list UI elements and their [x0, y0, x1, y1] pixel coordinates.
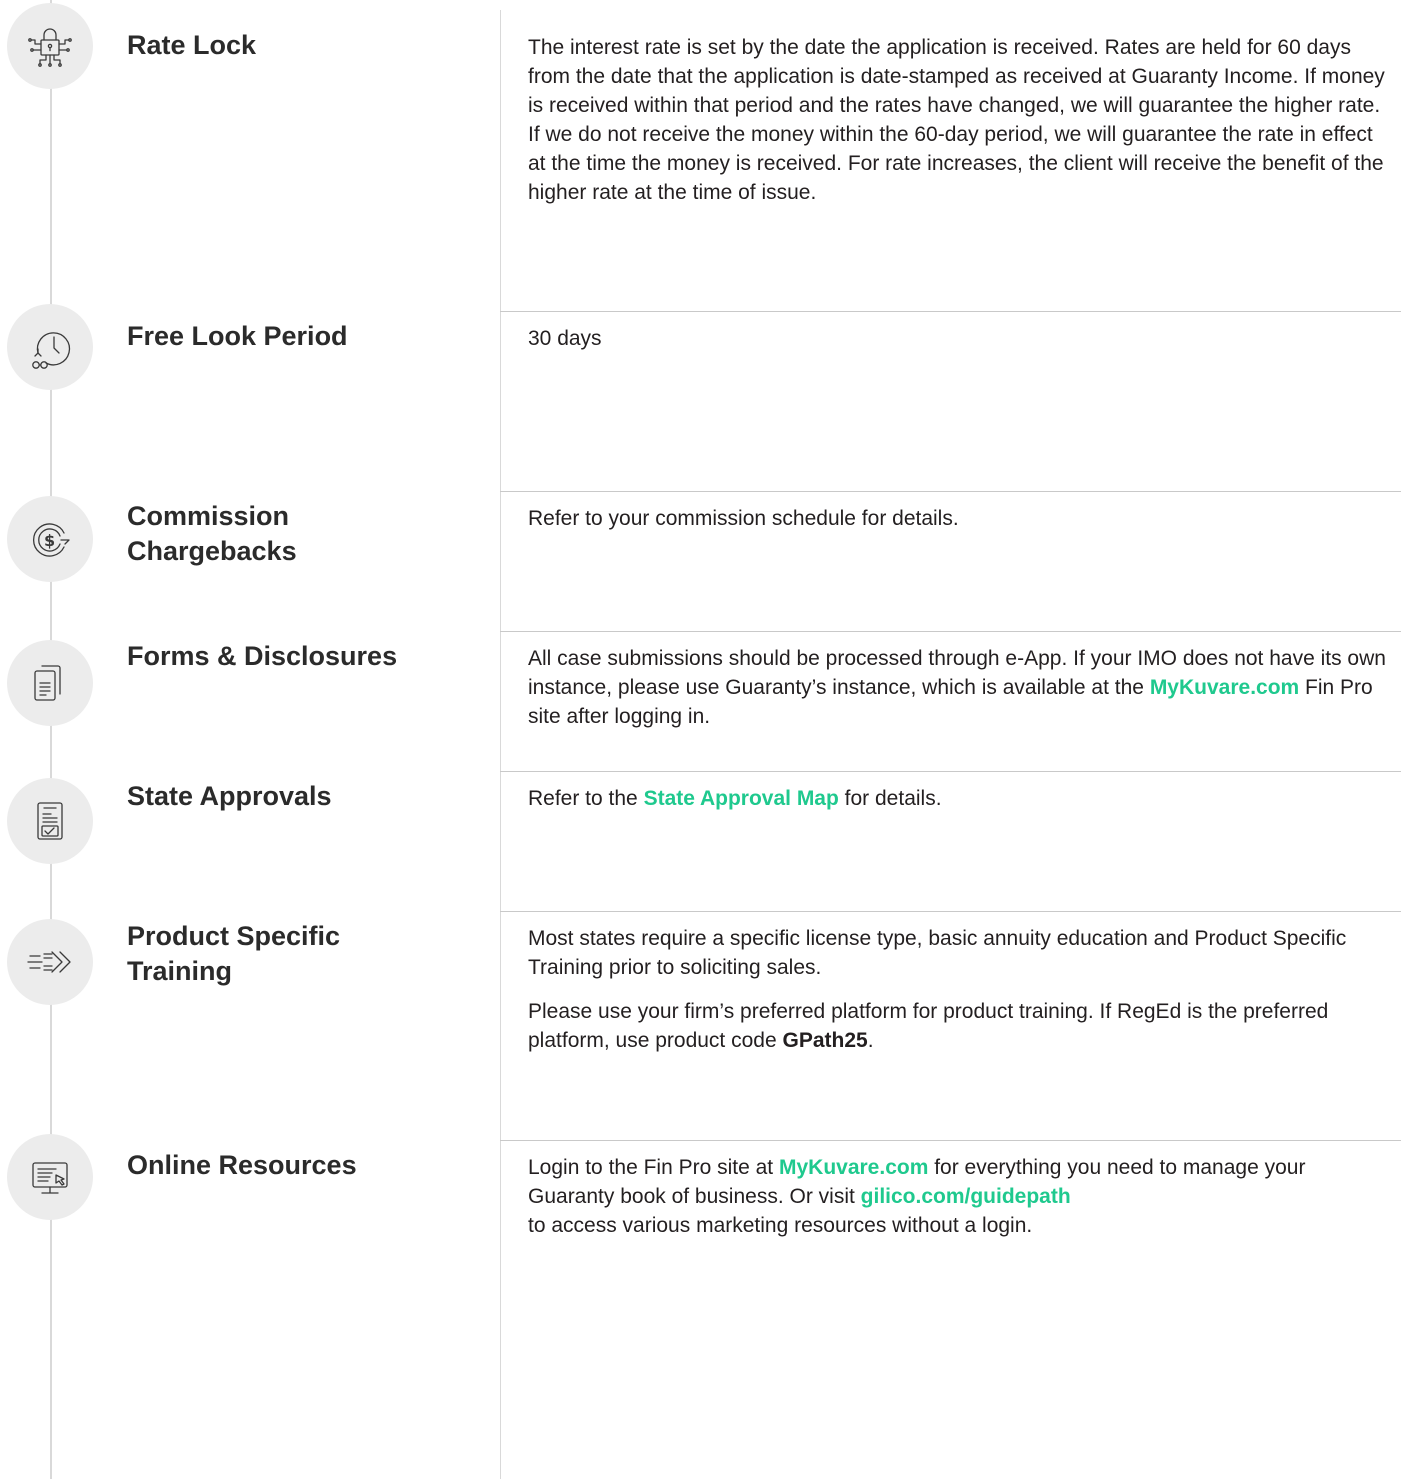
row-divider: [500, 1140, 1401, 1141]
state-approvals-paragraph: Refer to the State Approval Map for deta…: [528, 784, 1390, 813]
product-code: GPath25: [782, 1029, 868, 1052]
fast-forward-arrows-icon: [7, 919, 93, 1005]
commission-chargebacks-title: Commission Chargebacks: [127, 499, 457, 569]
forms-paragraph: All case submissions should be processed…: [528, 644, 1390, 731]
online-resources-text: Login to the Fin Pro site at MyKuvare.co…: [528, 1153, 1390, 1255]
mykuvare-link[interactable]: MyKuvare.com: [1150, 676, 1299, 699]
training-title-line1: Product Specific: [127, 921, 341, 951]
product-training-text: Most states require a specific license t…: [528, 924, 1390, 1070]
state-approvals-text: Refer to the State Approval Map for deta…: [528, 784, 1390, 828]
state-text-before: Refer to the: [528, 787, 644, 810]
mykuvare-link-2[interactable]: MyKuvare.com: [779, 1156, 928, 1179]
free-look-title: Free Look Period: [127, 321, 348, 351]
training-text-after: .: [867, 1029, 874, 1052]
row-divider: [500, 771, 1401, 772]
dollar-cycle-icon: $: [7, 496, 93, 582]
column-divider: [500, 10, 501, 1479]
row-divider: [500, 311, 1401, 312]
training-title-line2: Training: [127, 956, 233, 986]
free-look-text: 30 days: [528, 324, 1390, 368]
state-approval-map-link[interactable]: State Approval Map: [644, 787, 839, 810]
forms-disclosures-title: Forms & Disclosures: [127, 641, 398, 671]
rate-lock-paragraph: The interest rate is set by the date the…: [528, 36, 1385, 204]
online-resources-title: Online Resources: [127, 1150, 357, 1180]
commission-title-line1: Commission: [127, 501, 290, 531]
rate-lock-title: Rate Lock: [127, 30, 257, 60]
online-resources-paragraph: Login to the Fin Pro site at MyKuvare.co…: [528, 1153, 1390, 1240]
monitor-cursor-icon: [7, 1134, 93, 1220]
online-text-after: to access various marketing resources wi…: [528, 1214, 1033, 1237]
state-text-after: for details.: [838, 787, 942, 810]
training-paragraph-2: Please use your firm’s preferred platfor…: [528, 997, 1390, 1055]
state-approvals-title: State Approvals: [127, 781, 332, 811]
product-training-title: Product Specific Training: [127, 919, 457, 989]
circuit-lock-icon: [7, 3, 93, 89]
training-text-before: Please use your firm’s preferred platfor…: [528, 1000, 1329, 1052]
documents-icon: [7, 640, 93, 726]
commission-paragraph: Refer to your commission schedule for de…: [528, 507, 959, 530]
clock-glasses-icon: [7, 304, 93, 390]
online-text-before: Login to the Fin Pro site at: [528, 1156, 779, 1179]
timeline-line: [50, 0, 52, 1479]
svg-text:$: $: [44, 531, 55, 550]
training-paragraph-1: Most states require a specific license t…: [528, 927, 1347, 979]
commission-chargebacks-text: Refer to your commission schedule for de…: [528, 504, 1390, 548]
free-look-paragraph: 30 days: [528, 327, 602, 350]
rate-lock-text: The interest rate is set by the date the…: [528, 33, 1390, 222]
checklist-icon: [7, 778, 93, 864]
gilico-guidepath-link[interactable]: gilico.com/guidepath: [861, 1185, 1071, 1208]
row-divider: [500, 491, 1401, 492]
row-divider: [500, 911, 1401, 912]
row-divider: [500, 631, 1401, 632]
forms-disclosures-text: All case submissions should be processed…: [528, 644, 1390, 746]
commission-title-line2: Chargebacks: [127, 536, 297, 566]
